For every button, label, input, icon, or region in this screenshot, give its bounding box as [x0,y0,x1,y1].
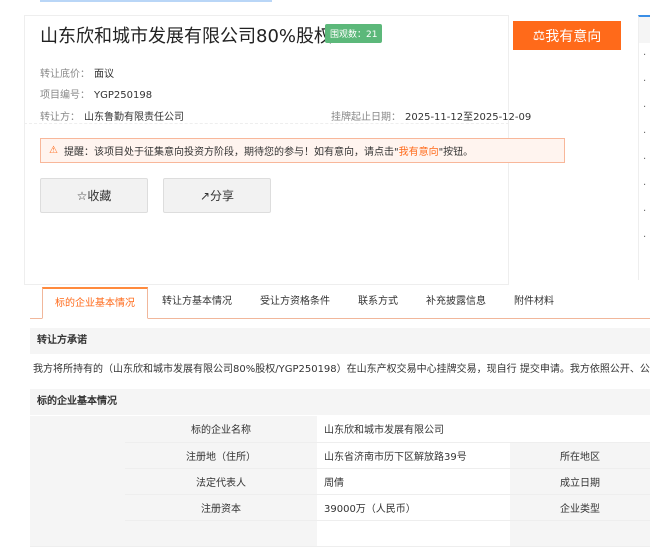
period-row: 挂牌起止日期：2025-11-12至2025-12-09 [331,108,531,123]
warning-icon: ⚠ [49,145,58,156]
tab-disclosure[interactable]: 补充披露信息 [412,287,500,319]
views-badge: 围观数：21 [325,24,382,43]
share-button[interactable]: ↗分享 [163,178,271,213]
star-icon: ☆ [77,189,88,203]
divider [24,123,509,124]
tab-contact[interactable]: 联系方式 [344,287,412,319]
promise-heading: 转让方承诺 [30,328,650,354]
favorite-button[interactable]: ☆收藏 [40,178,148,213]
page-title: 山东欣和城市发展有限公司80%股权 [40,22,332,48]
side-panel: ········ [638,15,650,280]
top-bar [40,0,272,2]
hammer-icon: ⚖ [533,27,546,44]
price-row: 转让底价：面议 [40,65,114,80]
tab-bar: 标的企业基本情况 转让方基本情况 受让方资格条件 联系方式 补充披露信息 附件材… [30,287,650,319]
tab-target-company[interactable]: 标的企业基本情况 [42,287,148,319]
intent-button[interactable]: ⚖我有意向 [513,21,621,50]
tab-attachments[interactable]: 附件材料 [500,287,568,319]
tab-seller[interactable]: 转让方基本情况 [148,287,246,319]
code-row: 项目编号：YGP250198 [40,86,152,101]
reminder-alert: ⚠ 提醒： 该项目处于征集意向投资方阶段，期待您的参与！如有意向，请点击" 我有… [40,138,565,163]
promise-text: 我方将所持有的（山东欣和城市发展有限公司80%股权/YGP250198）在山东产… [33,360,650,375]
share-icon: ↗ [200,189,210,203]
basic-heading: 标的企业基本情况 [30,389,650,415]
table-row: 标的企业名称山东欣和城市发展有限公司 [30,416,650,442]
tab-buyer-qualification[interactable]: 受让方资格条件 [246,287,344,319]
seller-row: 转让方：山东鲁勤有限责任公司 [40,108,184,123]
intent-link[interactable]: 我有意向 [399,143,439,158]
